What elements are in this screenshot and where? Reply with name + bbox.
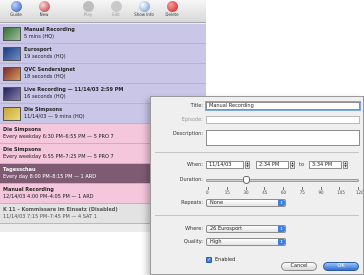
guide-label: Guide — [10, 12, 22, 17]
popup-arrows-icon: ⇕ — [278, 239, 285, 245]
description-field[interactable] — [206, 130, 360, 146]
duration-tick-label: 120 — [356, 190, 364, 195]
quality-value: High — [210, 239, 222, 245]
start-time-stepper[interactable]: ▲ ▼ — [290, 161, 295, 169]
delete-button[interactable]: Delete — [158, 1, 186, 23]
where-label: Where: — [185, 226, 203, 232]
edit-button[interactable]: Edit — [102, 1, 130, 23]
episode-field[interactable] — [206, 116, 360, 124]
cancel-button[interactable]: Cancel — [281, 262, 317, 271]
quality-label: Quality: — [183, 239, 203, 245]
recording-thumbnail — [3, 87, 21, 101]
start-time-field[interactable]: 2:34 PM — [256, 161, 289, 169]
title-label: Title: — [190, 103, 203, 109]
separator — [155, 152, 359, 153]
where-popup[interactable]: 26 Eurosport ⇕ — [206, 225, 286, 233]
new-label: New — [39, 12, 49, 17]
episode-label: Episode: — [181, 117, 203, 123]
play-label: Play — [83, 12, 93, 17]
duration-tick-label: 105 — [337, 190, 345, 195]
scheduled-detail: Every weekday 6:55 PM–7:25 PM — 5 PRO 7 — [3, 154, 114, 160]
duration-tick-label: 60 — [281, 190, 287, 195]
end-time-field[interactable]: 3:34 PM — [309, 161, 342, 169]
recording-thumbnail — [3, 67, 21, 81]
play-icon — [82, 1, 94, 12]
where-value: 26 Eurosport — [210, 226, 243, 232]
recording-thumbnail — [3, 107, 21, 121]
date-stepper[interactable]: ▲ ▼ — [245, 161, 250, 169]
duration-tick-label: 90 — [318, 190, 324, 195]
duration-slider-knob[interactable] — [242, 176, 250, 184]
edit-icon — [110, 1, 122, 12]
scheduled-title: Tagesschau — [3, 167, 36, 173]
title-field[interactable]: Manual Recording — [206, 102, 360, 110]
scheduled-detail: Every weekday 6:30 PM–6:55 PM — 5 PRO 7 — [3, 134, 114, 140]
guide-icon — [10, 1, 22, 12]
edit-label: Edit — [112, 12, 120, 17]
toolbar: Guide New Play Edit Show Info Delete — [0, 0, 206, 23]
repeats-label: Repeats: — [181, 200, 203, 206]
recording-detail: 5 mins (HQ) — [24, 34, 54, 40]
scheduled-detail: Every day 8:00 PM–8:15 PM — 1 ARD — [3, 174, 97, 180]
scheduled-title: Manual Recording — [3, 187, 54, 193]
recording-detail: 11/14/03 — 9 mins (HQ) — [24, 114, 85, 120]
recording-detail: 16 seconds (HQ) — [24, 94, 66, 100]
recording-title: Live Recording — 11/14/03 2:59 PM — [24, 87, 124, 93]
enabled-label: Enabled — [215, 257, 236, 263]
recording-title: Die Simpsons — [24, 107, 63, 113]
date-field[interactable]: 11/14/03 — [206, 161, 244, 169]
recording-detail: 19 seconds (HQ) — [24, 54, 66, 60]
description-label: Description: — [172, 131, 203, 137]
popup-arrows-icon: ⇕ — [278, 200, 285, 206]
scheduled-detail: 12/14/03 4:00 PM–4:05 PM — 1 ARD — [3, 194, 94, 200]
info-icon — [138, 1, 150, 12]
new-button[interactable]: New — [30, 1, 58, 23]
delete-icon — [166, 1, 178, 12]
scheduled-title: Die Simpsons — [3, 147, 42, 153]
repeats-value: None — [210, 200, 224, 206]
duration-tick-label: 30 — [243, 190, 249, 195]
new-icon — [38, 1, 50, 12]
recording-title: Manual Recording — [24, 27, 75, 33]
end-time-stepper[interactable]: ▲ ▼ — [343, 161, 348, 169]
recording-detail: 18 seconds (HQ) — [24, 74, 66, 80]
when-label: When: — [186, 162, 203, 168]
recording-row[interactable]: Eurosport 19 seconds (HQ) — [0, 44, 206, 64]
recording-title: Eurosport — [24, 47, 52, 53]
duration-tick-label: 45 — [262, 190, 268, 195]
scheduled-detail: 11/14/03 7:15 PM–7:45 PM — 4 SAT 1 — [3, 214, 97, 220]
show-info-label: Show Info — [134, 12, 154, 17]
recording-editor-dialog: Title: Manual Recording Episode: Descrip… — [150, 96, 364, 275]
duration-slider-track[interactable] — [206, 179, 359, 182]
show-info-button[interactable]: Show Info — [130, 1, 158, 23]
play-button[interactable]: Play — [74, 1, 102, 23]
recording-row[interactable]: QVC Sendersignet 18 seconds (HQ) — [0, 64, 206, 84]
quality-popup[interactable]: High ⇕ — [206, 238, 286, 246]
recording-row[interactable]: Manual Recording 5 mins (HQ) — [0, 24, 206, 44]
ok-button[interactable]: OK — [323, 262, 359, 271]
duration-tick-label: 0 — [206, 190, 209, 195]
delete-label: Delete — [165, 12, 179, 17]
duration-label: Duration: — [179, 177, 203, 183]
duration-tick-label: 75 — [299, 190, 305, 195]
scheduled-title: K 11 – Kommissare im Einsatz (Disabled) — [3, 207, 118, 213]
scheduled-title: Die Simpsons — [3, 127, 42, 133]
guide-button[interactable]: Guide — [2, 1, 30, 23]
to-label: to — [299, 162, 305, 168]
duration-tick-label: 15 — [224, 190, 230, 195]
recording-title: QVC Sendersignet — [24, 67, 76, 73]
enabled-checkbox[interactable]: ✓ — [206, 257, 212, 263]
separator — [155, 215, 359, 216]
popup-arrows-icon: ⇕ — [278, 226, 285, 232]
repeats-popup[interactable]: None ⇕ — [206, 199, 286, 207]
recording-thumbnail — [3, 47, 21, 61]
recording-thumbnail — [3, 27, 21, 41]
